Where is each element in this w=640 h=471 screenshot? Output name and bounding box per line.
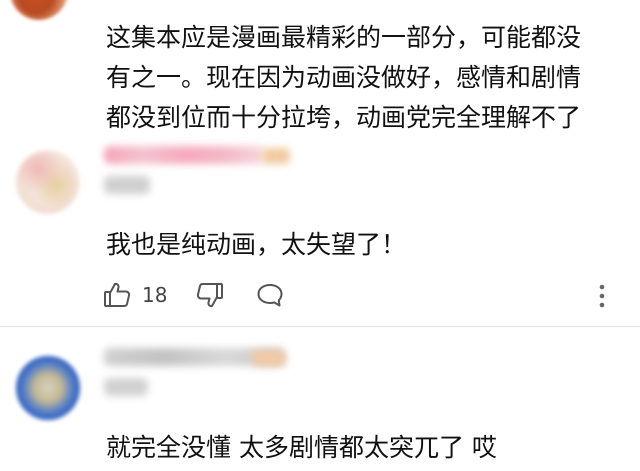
comment-text: 就完全没懂 太多剧情都太突兀了 哎 bbox=[106, 433, 497, 462]
comment-bubble-icon[interactable] bbox=[255, 280, 285, 310]
comment-divider bbox=[0, 326, 640, 327]
blurred-timestamp bbox=[104, 176, 150, 194]
blurred-user-badge bbox=[252, 350, 286, 366]
comment-text: 我也是纯动画，太失望了！ bbox=[106, 230, 407, 259]
commenter-avatar[interactable] bbox=[16, 150, 80, 214]
thumbs-down-icon[interactable] bbox=[195, 280, 225, 310]
blurred-user-badge bbox=[262, 148, 290, 164]
thumbs-up-icon[interactable] bbox=[102, 280, 132, 310]
commenter-avatar[interactable] bbox=[16, 356, 80, 420]
comment-actions: 18 bbox=[102, 279, 285, 311]
comment-text-line: 都没到位而十分拉垮，动画党完全理解不了 bbox=[106, 103, 582, 132]
blurred-username bbox=[104, 146, 264, 164]
blurred-timestamp bbox=[104, 378, 148, 396]
comment-text-line: 有之一。现在因为动画没做好，感情和剧情 bbox=[106, 63, 582, 92]
comment-text-line: 这集本应是漫画最精彩的一部分，可能都没 bbox=[106, 23, 582, 52]
commenter-avatar[interactable] bbox=[10, 0, 68, 20]
vertical-ellipsis-icon[interactable] bbox=[594, 282, 610, 310]
like-count: 18 bbox=[142, 283, 168, 307]
